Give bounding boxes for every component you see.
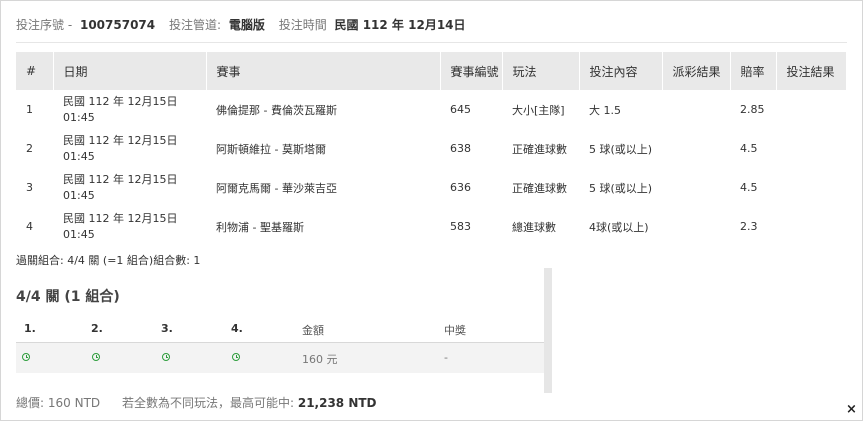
clock-icon <box>162 353 170 361</box>
cell-content: 5 球(或以上) <box>589 181 653 195</box>
cell-match-id: 638 <box>450 142 471 155</box>
col-header-match: 賽事 <box>206 52 441 90</box>
combo-table-header: 1. 2. 3. 4. 金額 中獎 <box>16 318 546 343</box>
table-row: 2 民國 112 年 12月15日 01:45 阿斯頓維拉 - 莫斯塔爾 638 … <box>16 129 846 168</box>
total-label: 總價: <box>16 396 45 410</box>
combo-win: - <box>444 351 448 364</box>
cell-date: 民國 112 年 12月15日 01:45 <box>53 90 206 129</box>
time-label: 投注時間 <box>278 18 327 32</box>
combo-col-4: 4. <box>231 322 243 335</box>
combo-scrollbar[interactable] <box>544 268 552 393</box>
cell-no: 1 <box>26 103 33 116</box>
clock-icon <box>22 353 30 361</box>
col-header-date: 日期 <box>53 52 207 90</box>
col-header-payout: 派彩結果 <box>662 52 731 90</box>
cell-date-day: 民國 112 年 12月15日 <box>63 172 178 186</box>
cell-result <box>776 168 846 207</box>
combo-col-3: 3. <box>161 322 173 335</box>
cell-play: 正確進球數 <box>512 181 567 195</box>
cell-play: 正確進球數 <box>512 142 567 156</box>
cell-match: 佛倫提那 - 費倫茨瓦羅斯 <box>216 103 337 117</box>
bet-footer: 總價: 160 NTD 若全數為不同玩法，最高可能中: 21,238 NTD <box>16 394 377 411</box>
cell-date-day: 民國 112 年 12月15日 <box>63 211 178 225</box>
col-header-content: 投注內容 <box>579 52 663 90</box>
cell-odds: 4.5 <box>740 142 758 155</box>
cell-content: 5 球(或以上) <box>589 142 653 156</box>
cell-match: 利物浦 - 聖基羅斯 <box>216 220 304 234</box>
cell-date: 民國 112 年 12月15日 01:45 <box>53 129 206 168</box>
col-header-odds: 賠率 <box>730 52 777 90</box>
cell-date-time: 01:45 <box>63 227 95 241</box>
cell-play: 大小[主隊] <box>512 103 565 117</box>
combo-col-win: 中獎 <box>444 324 466 337</box>
cell-result <box>776 90 846 129</box>
cell-payout <box>662 168 730 207</box>
combo-summary: 過關組合: 4/4 關 (=1 組合)組合數: 1 <box>16 254 201 267</box>
cell-result <box>776 129 846 168</box>
combo-col-1: 1. <box>24 322 36 335</box>
cell-match: 阿斯頓維拉 - 莫斯塔爾 <box>216 142 326 156</box>
cell-payout <box>662 129 730 168</box>
combo-col-amount: 金額 <box>302 324 324 337</box>
channel-label: 投注管道: <box>168 18 222 32</box>
table-row: 1 民國 112 年 12月15日 01:45 佛倫提那 - 費倫茨瓦羅斯 645… <box>16 90 846 129</box>
cell-date-time: 01:45 <box>63 188 95 202</box>
table-row: 4 民國 112 年 12月15日 01:45 利物浦 - 聖基羅斯 583 總進… <box>16 207 846 246</box>
col-header-no: # <box>16 52 54 90</box>
cell-odds: 2.85 <box>740 103 765 116</box>
cell-date-time: 01:45 <box>63 149 95 163</box>
cell-date: 民國 112 年 12月15日 01:45 <box>53 168 206 207</box>
close-icon[interactable]: × <box>846 403 857 417</box>
total-value: 160 NTD <box>47 396 101 410</box>
cell-date-day: 民國 112 年 12月15日 <box>63 133 178 147</box>
combo-col-2: 2. <box>91 322 103 335</box>
cell-payout <box>662 207 730 246</box>
cell-match: 阿爾克馬爾 - 華沙萊吉亞 <box>216 181 337 195</box>
cell-match-id: 583 <box>450 220 471 233</box>
col-header-play: 玩法 <box>502 52 580 90</box>
header-divider <box>16 42 847 43</box>
serial-value: 100757074 <box>79 18 156 32</box>
bets-table: # 日期 賽事 賽事編號 玩法 投注內容 派彩結果 賠率 投注結果 1 民國 1… <box>16 52 847 246</box>
table-header-row: # 日期 賽事 賽事編號 玩法 投注內容 派彩結果 賠率 投注結果 <box>16 52 847 90</box>
cell-date-day: 民國 112 年 12月15日 <box>63 94 178 108</box>
cell-odds: 2.3 <box>740 220 758 233</box>
bet-header: 投注序號 - 100757074 投注管道: 電腦版 投注時間 民國 112 年… <box>16 16 476 33</box>
cell-date: 民國 112 年 12月15日 01:45 <box>53 207 206 246</box>
col-header-match-id: 賽事編號 <box>440 52 503 90</box>
combo-title: 4/4 關 (1 組合) <box>16 289 120 305</box>
cell-no: 4 <box>26 220 33 233</box>
cell-content: 4球(或以上) <box>589 220 649 234</box>
cell-content: 大 1.5 <box>589 103 621 117</box>
channel-value: 電腦版 <box>228 18 265 32</box>
cell-date-time: 01:45 <box>63 110 95 124</box>
cell-result <box>776 207 846 246</box>
table-row: 3 民國 112 年 12月15日 01:45 阿爾克馬爾 - 華沙萊吉亞 636… <box>16 168 846 207</box>
combo-amount: 160 元 <box>302 353 338 366</box>
max-win-value: 21,238 NTD <box>297 396 377 410</box>
cell-match-id: 636 <box>450 181 471 194</box>
cell-play: 總進球數 <box>512 220 556 234</box>
combo-table-row: 160 元 - <box>16 343 546 373</box>
clock-icon <box>92 353 100 361</box>
clock-icon <box>232 353 240 361</box>
combo-panel: 4/4 關 (1 組合) 1. 2. 3. 4. 金額 中獎 160 元 - <box>16 268 552 393</box>
cell-odds: 4.5 <box>740 181 758 194</box>
serial-label: 投注序號 - <box>16 18 73 32</box>
col-header-result: 投注結果 <box>776 52 847 90</box>
cell-no: 2 <box>26 142 33 155</box>
cell-payout <box>662 90 730 129</box>
time-value: 民國 112 年 12月14日 <box>334 18 466 32</box>
cell-no: 3 <box>26 181 33 194</box>
max-win-label: 若全數為不同玩法，最高可能中: <box>121 396 295 410</box>
cell-match-id: 645 <box>450 103 471 116</box>
